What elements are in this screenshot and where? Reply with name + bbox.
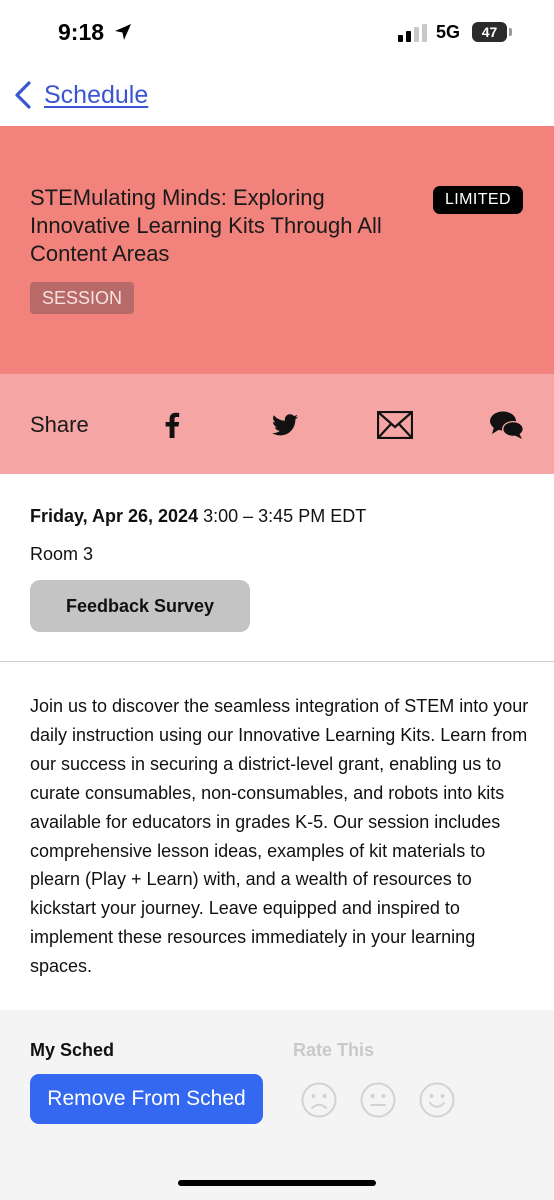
feedback-survey-button[interactable]: Feedback Survey: [30, 580, 250, 632]
limited-badge: LIMITED: [433, 186, 523, 214]
cellular-signal-icon: [398, 24, 427, 42]
share-email-button[interactable]: [377, 407, 413, 443]
happy-face-icon[interactable]: [419, 1082, 455, 1118]
status-bar: 9:18 5G 47: [0, 0, 554, 66]
session-description: Join us to discover the seamless integra…: [30, 696, 529, 977]
share-bar: Share: [0, 374, 554, 474]
session-header: STEMulating Minds: Exploring Innovative …: [0, 126, 554, 374]
battery-icon: 47: [472, 22, 512, 42]
bottom-action-bar: My Sched Rate This Remove From Sched: [0, 1010, 554, 1200]
session-details: Friday, Apr 26, 2024 3:00 – 3:45 PM EDT …: [0, 474, 554, 662]
back-label[interactable]: Schedule: [44, 81, 148, 110]
share-chat-button[interactable]: [489, 407, 525, 443]
chevron-left-icon: [15, 81, 31, 109]
email-icon: [377, 411, 413, 439]
location-arrow-icon: [115, 24, 131, 40]
session-room: Room 3: [30, 544, 94, 564]
status-time: 9:18: [58, 19, 105, 45]
neutral-face-icon[interactable]: [360, 1082, 396, 1118]
facebook-icon: [165, 412, 180, 438]
share-label: Share: [30, 412, 89, 437]
battery-level: 47: [481, 24, 498, 40]
twitter-icon: [272, 414, 298, 436]
remove-from-sched-button[interactable]: Remove From Sched: [30, 1074, 263, 1124]
session-time-range: 3:00 – 3:45 PM EDT: [203, 506, 367, 526]
share-twitter-button[interactable]: [267, 407, 303, 443]
sad-face-icon[interactable]: [301, 1082, 337, 1118]
my-sched-label: My Sched: [30, 1040, 115, 1060]
back-button[interactable]: Schedule: [12, 78, 148, 112]
nav-bar: Schedule: [0, 66, 554, 126]
session-title: STEMulating Minds: Exploring Innovative …: [30, 185, 382, 266]
home-indicator: [178, 1180, 376, 1186]
rate-this-label: Rate This: [293, 1040, 375, 1060]
session-date: Friday, Apr 26, 2024: [30, 506, 199, 526]
session-type-badge: SESSION: [30, 282, 135, 314]
share-facebook-button[interactable]: [154, 407, 190, 443]
chat-icon: [490, 411, 524, 439]
session-datetime: Friday, Apr 26, 2024 3:00 – 3:45 PM EDT: [30, 506, 366, 527]
network-type: 5G: [436, 22, 461, 42]
